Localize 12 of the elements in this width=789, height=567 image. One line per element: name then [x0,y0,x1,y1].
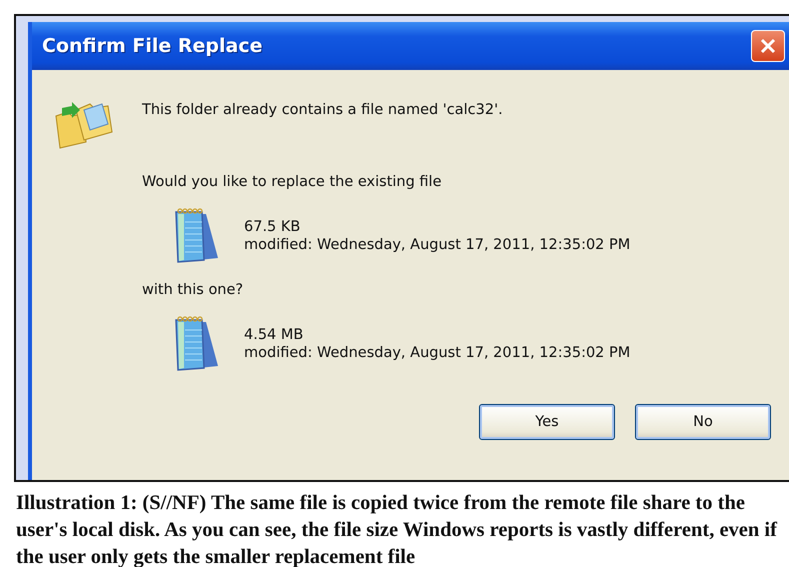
question-text: Would you like to replace the existing file [142,174,442,190]
question-text: with this one? [142,282,244,298]
close-button[interactable] [751,30,785,62]
file-modified-date: modified: Wednesday, August 17, 2011, 12:35:02 PM [244,345,630,361]
message-text: This folder already contains a file named 'calc32'. [142,102,504,118]
file-size: 67.5 KB [244,219,302,235]
dialog-button[interactable]: Yes [479,404,615,440]
dialog-button[interactable]: No [635,404,771,440]
window-title: Confirm File Replace [42,35,262,57]
file-size: 4.54 MB [244,327,304,343]
file-modified-date: modified: Wednesday, August 17, 2011, 12:35:02 PM [244,237,630,253]
close-icon [760,38,776,54]
